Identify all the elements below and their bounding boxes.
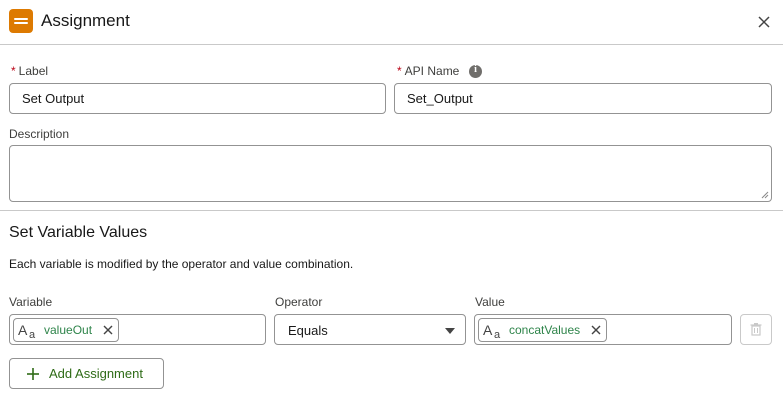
- svg-text:A: A: [483, 322, 493, 338]
- chevron-down-icon: [445, 328, 455, 334]
- text-type-icon: A a: [483, 321, 505, 341]
- operator-selected-value: Equals: [288, 323, 328, 338]
- section-title: Set Variable Values: [9, 224, 148, 241]
- resize-handle-icon[interactable]: [761, 191, 769, 199]
- value-combobox[interactable]: A a concatValues: [474, 314, 732, 345]
- add-assignment-button[interactable]: Add Assignment: [9, 358, 164, 389]
- operator-column-label: Operator: [275, 295, 323, 309]
- api-name-text: API Name: [404, 64, 460, 78]
- text-type-icon: A a: [18, 321, 40, 341]
- variable-column-label: Variable: [9, 295, 53, 309]
- variable-combobox[interactable]: A a valueOut: [9, 314, 266, 345]
- label-input[interactable]: [9, 83, 386, 114]
- required-mark: *: [397, 64, 402, 78]
- section-divider: [0, 210, 783, 211]
- api-name-input[interactable]: [394, 83, 772, 114]
- description-textarea[interactable]: [9, 145, 772, 202]
- svg-text:A: A: [18, 322, 28, 338]
- api-name-field-label: * API Name: [397, 64, 459, 78]
- modal-header: Assignment: [0, 0, 783, 45]
- variable-pill: A a valueOut: [13, 318, 120, 342]
- value-pill-label: concatValues: [509, 323, 581, 337]
- remove-icon[interactable]: [102, 324, 114, 336]
- svg-text:a: a: [494, 329, 501, 339]
- add-assignment-label: Add Assignment: [49, 366, 143, 381]
- close-icon: [758, 16, 770, 28]
- info-icon[interactable]: i: [469, 64, 482, 78]
- label-text: Label: [18, 64, 49, 78]
- close-button[interactable]: [754, 12, 774, 32]
- value-pill: A a concatValues: [478, 318, 608, 342]
- trash-icon: [750, 323, 762, 336]
- assignment-icon: [9, 9, 33, 33]
- delete-row-button[interactable]: [740, 314, 772, 345]
- operator-select[interactable]: Equals: [274, 314, 466, 345]
- modal-title: Assignment: [41, 11, 130, 30]
- variable-pill-label: valueOut: [44, 323, 93, 337]
- description-label: Description: [9, 127, 70, 141]
- label-field-label: * Label: [11, 64, 48, 78]
- value-column-label: Value: [475, 295, 505, 309]
- remove-icon[interactable]: [590, 324, 602, 336]
- svg-text:a: a: [29, 329, 36, 339]
- plus-icon: [27, 367, 39, 380]
- section-description: Each variable is modified by the operato…: [9, 257, 354, 271]
- required-mark: *: [11, 64, 16, 78]
